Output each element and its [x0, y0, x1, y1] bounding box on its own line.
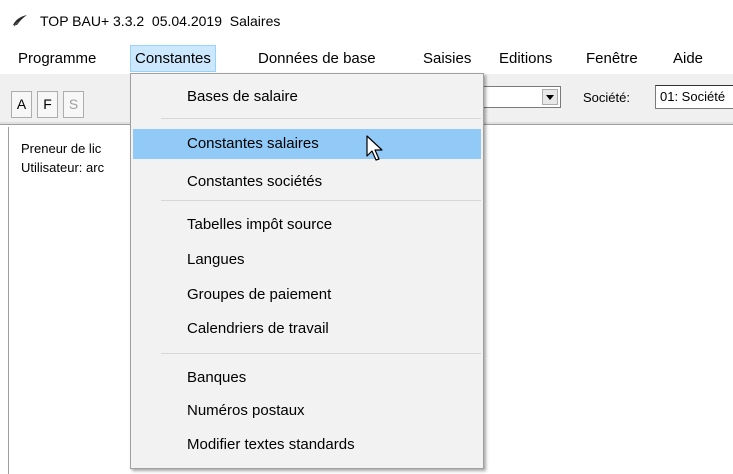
- menu-item-tabelles-impot-source[interactable]: Tabelles impôt source: [133, 210, 481, 240]
- licensee-text: Preneur de lic: [21, 141, 102, 156]
- toolbar-button-s[interactable]: S: [63, 91, 84, 118]
- menu-constantes[interactable]: Constantes: [130, 45, 216, 72]
- menu-item-numeros-postaux[interactable]: Numéros postaux: [133, 396, 481, 426]
- societe-select[interactable]: 01: Société: [655, 85, 733, 109]
- menu-separator: [161, 353, 481, 354]
- menu-item-constantes-societes[interactable]: Constantes sociétés: [133, 167, 481, 197]
- chevron-down-icon[interactable]: [542, 89, 558, 105]
- menu-item-groupes-de-paiement[interactable]: Groupes de paiement: [133, 280, 481, 310]
- menu-programme[interactable]: Programme: [18, 49, 96, 71]
- menu-saisies[interactable]: Saisies: [423, 49, 471, 71]
- menu-separator: [161, 200, 481, 201]
- menu-aide[interactable]: Aide: [673, 49, 703, 71]
- menu-item-bases-de-salaire[interactable]: Bases de salaire: [133, 82, 481, 112]
- toolbar-button-a[interactable]: A: [11, 91, 32, 118]
- constantes-dropdown-menu: Bases de salaire Constantes salaires Con…: [130, 73, 484, 469]
- app-logo-icon: [13, 15, 27, 27]
- menu-item-constantes-salaires[interactable]: Constantes salaires: [133, 129, 481, 159]
- societe-label: Société:: [583, 90, 630, 105]
- menu-item-calendriers-de-travail[interactable]: Calendriers de travail: [133, 314, 481, 344]
- title-bar: TOP BAU+ 3.3.2 05.04.2019 Salaires: [0, 0, 733, 42]
- menu-separator: [161, 118, 481, 119]
- window-title: TOP BAU+ 3.3.2 05.04.2019 Salaires: [40, 13, 281, 29]
- toolbar-button-f[interactable]: F: [37, 91, 58, 118]
- menu-item-langues[interactable]: Langues: [133, 245, 481, 275]
- menu-editions[interactable]: Editions: [499, 49, 552, 71]
- toolbar-combo-box[interactable]: [481, 86, 561, 108]
- mouse-cursor-icon: [366, 135, 383, 161]
- menu-donnees-de-base[interactable]: Données de base: [258, 49, 376, 71]
- menu-item-modifier-textes-standards[interactable]: Modifier textes standards: [133, 430, 481, 460]
- menu-item-banques[interactable]: Banques: [133, 363, 481, 393]
- user-text: Utilisateur: arc: [21, 160, 105, 175]
- menu-fenetre[interactable]: Fenêtre: [586, 49, 638, 71]
